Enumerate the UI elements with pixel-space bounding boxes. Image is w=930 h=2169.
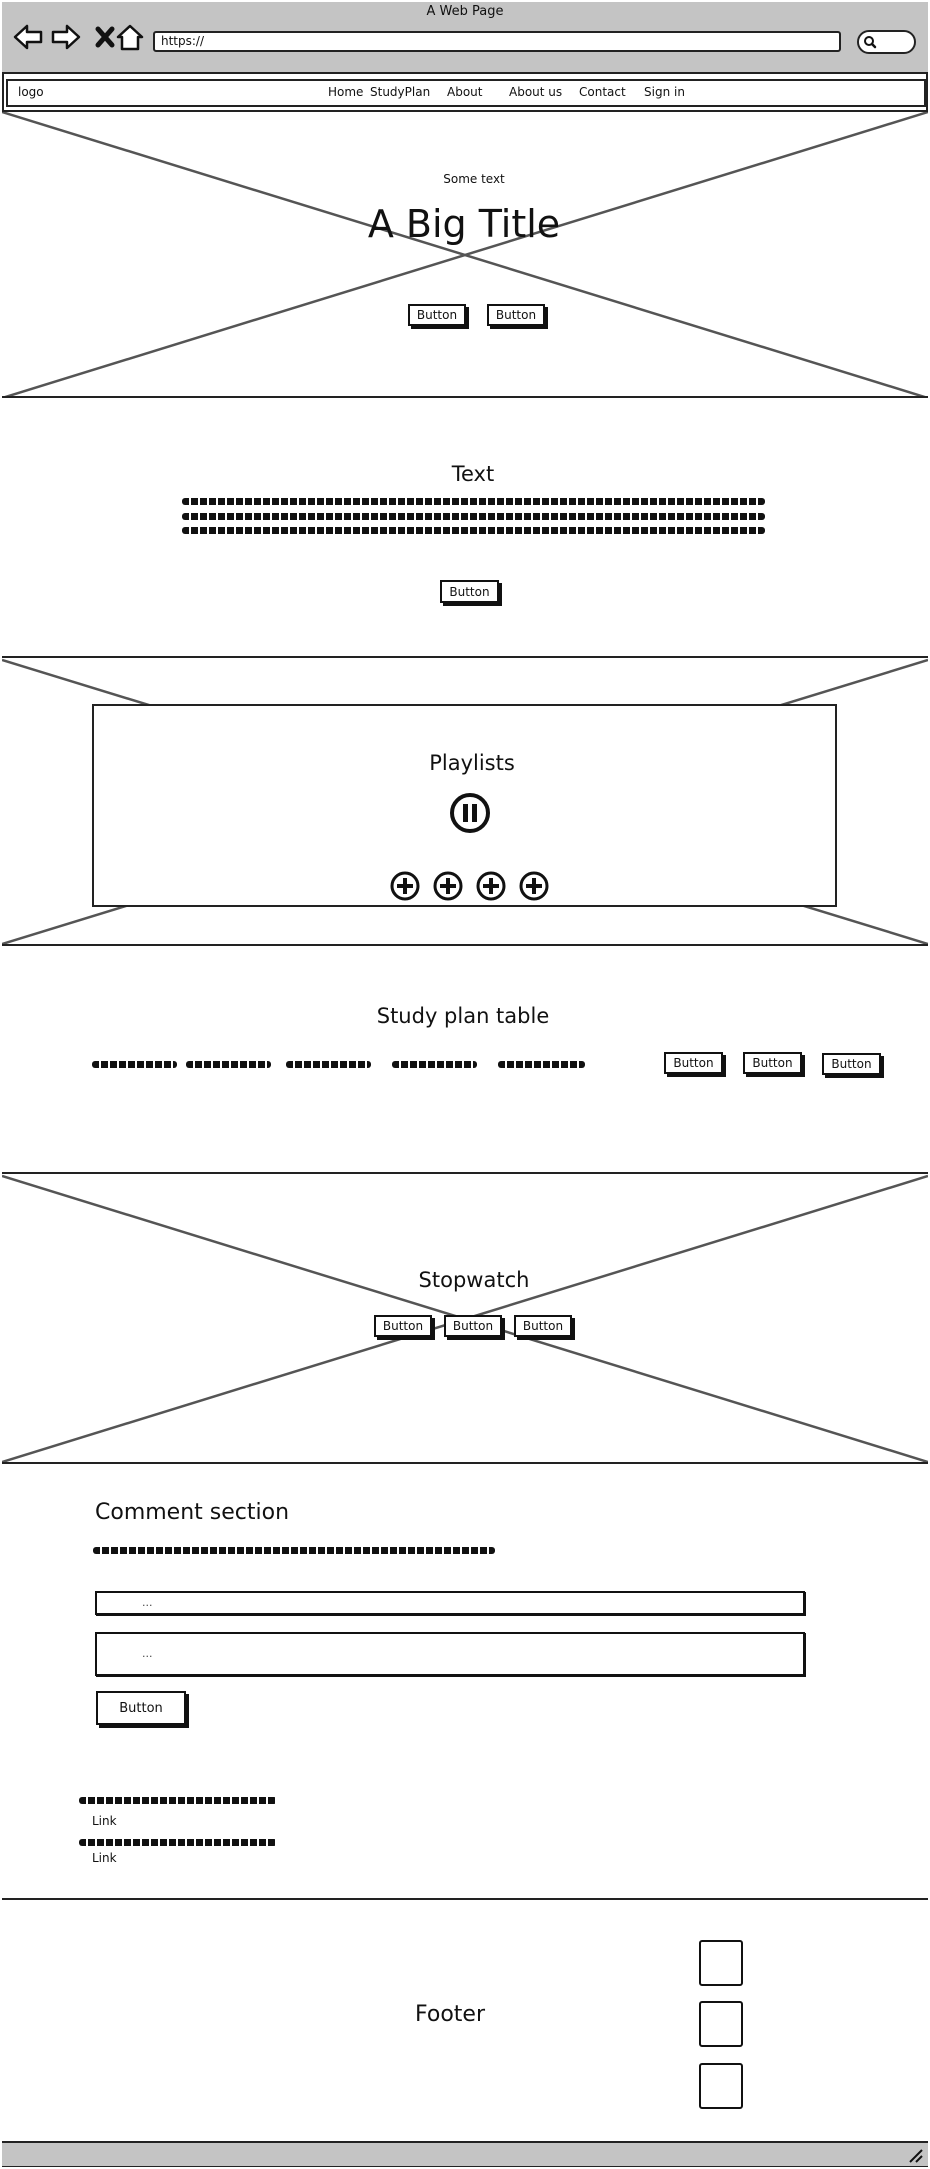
- stopwatch-heading: Stopwatch: [418, 1268, 530, 1292]
- hero-section: [2, 110, 928, 400]
- stopwatch-button-2[interactable]: Button: [444, 1315, 502, 1337]
- table-cell-text: [498, 1061, 585, 1068]
- comment-intro-text: [93, 1547, 495, 1554]
- footer-social-icon[interactable]: [699, 2063, 743, 2109]
- comment-text: [79, 1797, 277, 1804]
- back-arrow-icon[interactable]: [12, 22, 44, 52]
- footer-social-icon[interactable]: [699, 2001, 743, 2047]
- study-plan-button-2[interactable]: Button: [743, 1052, 802, 1074]
- footer-label: Footer: [415, 2002, 485, 2027]
- nav-link-studyplan[interactable]: StudyPlan: [370, 85, 430, 99]
- browser-search-field[interactable]: [857, 30, 916, 54]
- nav-link-home[interactable]: Home: [328, 85, 363, 99]
- comment-section: [2, 1462, 928, 1900]
- study-plan-heading: Study plan table: [376, 1004, 550, 1028]
- address-bar[interactable]: https://: [153, 31, 841, 52]
- table-cell-text: [92, 1061, 177, 1068]
- nav-link-about-us[interactable]: About us: [509, 85, 562, 99]
- browser-status-bar: [2, 2141, 928, 2166]
- hero-button-1[interactable]: Button: [408, 304, 466, 326]
- hero-kicker: Some text: [443, 172, 505, 186]
- text-section-heading: Text: [451, 462, 495, 486]
- text-paragraph-line: [182, 513, 765, 520]
- add-playlist-icon[interactable]: [432, 870, 464, 902]
- text-paragraph-line: [182, 498, 765, 505]
- window-title: A Web Page: [426, 4, 504, 19]
- nav-link-contact[interactable]: Contact: [579, 85, 626, 99]
- text-section-button[interactable]: Button: [440, 580, 499, 603]
- pause-icon[interactable]: [449, 792, 491, 834]
- hero-title: A Big Title: [367, 202, 561, 246]
- home-icon[interactable]: [114, 22, 146, 52]
- image-placeholder: [2, 112, 928, 400]
- playlists-heading: Playlists: [429, 751, 515, 775]
- table-cell-text: [186, 1061, 271, 1068]
- comment-text: [79, 1839, 277, 1846]
- nav-link-sign-in[interactable]: Sign in: [644, 85, 685, 99]
- study-plan-button-3[interactable]: Button: [822, 1053, 881, 1075]
- footer-social-icon[interactable]: [699, 1940, 743, 1986]
- comment-name-input[interactable]: ...: [95, 1591, 805, 1615]
- nav-link-about[interactable]: About: [447, 85, 482, 99]
- add-playlist-icon[interactable]: [389, 870, 421, 902]
- stopwatch-button-1[interactable]: Button: [374, 1315, 432, 1337]
- search-icon: [864, 36, 877, 49]
- stopwatch-button-3[interactable]: Button: [514, 1315, 572, 1337]
- comment-link[interactable]: Link: [92, 1814, 117, 1828]
- table-cell-text: [392, 1061, 477, 1068]
- comment-link[interactable]: Link: [92, 1851, 117, 1865]
- comment-section-heading: Comment section: [95, 1500, 290, 1525]
- comment-textarea[interactable]: ...: [95, 1632, 805, 1676]
- add-playlist-icon[interactable]: [475, 870, 507, 902]
- study-plan-button-1[interactable]: Button: [664, 1052, 723, 1074]
- add-playlist-icon[interactable]: [518, 870, 550, 902]
- hero-button-2[interactable]: Button: [487, 304, 545, 326]
- table-cell-text: [286, 1061, 371, 1068]
- resize-grip-icon[interactable]: [908, 2149, 924, 2163]
- site-logo[interactable]: logo: [18, 85, 44, 99]
- comment-submit-button[interactable]: Button: [96, 1691, 186, 1725]
- forward-arrow-icon[interactable]: [50, 22, 82, 52]
- text-paragraph-line: [182, 527, 765, 534]
